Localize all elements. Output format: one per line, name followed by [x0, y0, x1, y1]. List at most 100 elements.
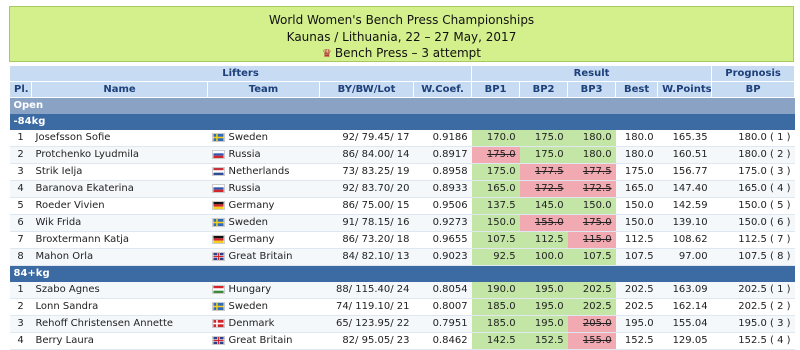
- col-bp: BP: [711, 81, 796, 98]
- attempt-1-cell: 142.5: [471, 332, 520, 350]
- best-cell: 175.0: [615, 163, 658, 181]
- lifter-row: 7 Broxtermann Katja Germany 86/ 73.20/ 18 0.…: [9, 231, 795, 249]
- team-name: Germany: [228, 200, 275, 211]
- lifter-row: 1 Szabo Agnes Hungary 88/ 115.40/ 24 0.8054 1…: [9, 282, 795, 299]
- prognosis-cell: 107.5 ( 8 ): [711, 248, 795, 266]
- attempt-2-cell: 177.5: [519, 163, 568, 181]
- lifter-name-link[interactable]: Strik Ielja: [31, 163, 208, 181]
- attempt-3-cell: 172.5: [567, 180, 616, 198]
- lifter-row: 4 Berry Laura Great Britain 82/ 95.05/ 23 0.…: [9, 332, 795, 350]
- col-best: Best: [615, 81, 659, 98]
- championship-header: World Women's Bench Press Championships …: [9, 6, 794, 62]
- de-flag-icon: [211, 200, 225, 210]
- gb-flag-icon: [211, 335, 225, 345]
- results-table: Lifters Result Prognosis Pl. Name Team B…: [8, 65, 796, 350]
- col-wcoef: W.Coef.: [412, 81, 473, 98]
- place-cell: 1: [9, 282, 32, 299]
- lifter-name-link[interactable]: Broxtermann Katja: [31, 231, 208, 249]
- team-name: Denmark: [228, 318, 275, 329]
- lifter-name-link[interactable]: Rehoff Christensen Annette: [31, 315, 208, 333]
- col-team: Team: [207, 81, 320, 98]
- team-cell: Sweden: [207, 214, 320, 232]
- attempt-2-cell: 152.5: [519, 332, 568, 350]
- team-name: Germany: [228, 234, 275, 245]
- best-cell: 195.0: [615, 315, 658, 333]
- prognosis-cell: 180.0 ( 2 ): [711, 146, 795, 164]
- attempt-3-cell: 202.5: [567, 298, 616, 316]
- attempt-2-cell: 100.0: [519, 248, 568, 266]
- wilks-coef-cell: 0.8054: [413, 282, 472, 299]
- wilks-points-cell: 156.77: [657, 163, 712, 181]
- wilks-points-cell: 155.04: [657, 315, 712, 333]
- lifters-group-header: Lifters: [8, 65, 473, 82]
- de-flag-icon: [211, 234, 225, 244]
- attempt-3-cell: 155.0: [567, 332, 616, 350]
- wilks-coef-cell: 0.9655: [413, 231, 472, 249]
- attempt-2-cell: 195.0: [519, 298, 568, 316]
- lifter-name-link[interactable]: Baranova Ekaterina: [31, 180, 208, 198]
- attempt-3-cell: 175.0: [567, 214, 616, 232]
- attempt-1-cell: 185.0: [471, 315, 520, 333]
- wilks-coef-cell: 0.8462: [413, 332, 472, 350]
- wilks-points-cell: 97.00: [657, 248, 712, 266]
- body-weight-lot-cell: 92/ 83.70/ 20: [319, 180, 414, 198]
- wilks-coef-cell: 0.8007: [413, 298, 472, 316]
- place-cell: 4: [9, 332, 32, 350]
- attempt-2-cell: 145.0: [519, 197, 568, 215]
- lifter-row: 2 Protchenko Lyudmila Russia 86/ 84.00/ 14 0…: [9, 146, 795, 164]
- gb-flag-icon: [211, 251, 225, 261]
- lifter-name-link[interactable]: Roeder Vivien: [31, 197, 208, 215]
- championship-location: Kaunas / Lithuania, 22 – 27 May, 2017: [286, 30, 517, 44]
- results-page: World Women's Bench Press Championships …: [0, 0, 800, 350]
- prognosis-cell: 150.0 ( 5 ): [711, 197, 795, 215]
- team-name: Great Britain: [228, 335, 293, 346]
- body-weight-lot-cell: 86/ 84.00/ 14: [319, 146, 414, 164]
- body-weight-lot-cell: 88/ 115.40/ 24: [319, 282, 414, 299]
- team-name: Sweden: [228, 132, 269, 143]
- place-cell: 2: [9, 146, 32, 164]
- team-cell: Russia: [207, 146, 320, 164]
- place-cell: 7: [9, 231, 32, 249]
- body-weight-lot-cell: 86/ 73.20/ 18: [319, 231, 414, 249]
- col-name: Name: [31, 81, 208, 98]
- prognosis-group-header: Prognosis: [711, 65, 796, 82]
- lifter-name-link[interactable]: Josefsson Sofie: [31, 130, 208, 147]
- place-cell: 2: [9, 298, 32, 316]
- body-weight-lot-cell: 86/ 75.00/ 15: [319, 197, 414, 215]
- lifter-name-link[interactable]: Lonn Sandra: [31, 298, 208, 316]
- team-name: Russia: [228, 183, 261, 194]
- best-cell: 165.0: [615, 180, 658, 198]
- weight-class-header: 84+kg: [9, 265, 795, 282]
- result-group-header: Result: [471, 65, 713, 82]
- lifter-row: 3 Strik Ielja Netherlands 73/ 83.25/ 19 0.89…: [9, 163, 795, 181]
- lifter-name-link[interactable]: Szabo Agnes: [31, 282, 208, 299]
- wilks-points-cell: 129.05: [657, 332, 712, 350]
- lifter-name-link[interactable]: Wik Frida: [31, 214, 208, 232]
- place-cell: 8: [9, 248, 32, 266]
- lifter-name-link[interactable]: Mahon Orla: [31, 248, 208, 266]
- col-bp1: BP1: [471, 81, 521, 98]
- attempt-3-cell: 180.0: [567, 130, 616, 147]
- attempt-2-cell: 175.0: [519, 130, 568, 147]
- body-weight-lot-cell: 92/ 79.45/ 17: [319, 130, 414, 147]
- lifter-row: 4 Baranova Ekaterina Russia 92/ 83.70/ 20 0.…: [9, 180, 795, 198]
- col-bp3: BP3: [567, 81, 617, 98]
- team-name: Great Britain: [228, 251, 293, 262]
- event-label: ♛ Bench Press – 3 attempt: [10, 45, 793, 62]
- col-pl: Pl.: [9, 81, 32, 98]
- place-cell: 6: [9, 214, 32, 232]
- championship-title: World Women's Bench Press Championships: [268, 13, 535, 27]
- wilks-points-cell: 165.35: [657, 130, 712, 147]
- weight-class-header: -84kg: [9, 114, 795, 130]
- best-cell: 152.5: [615, 332, 658, 350]
- attempt-3-cell: 177.5: [567, 163, 616, 181]
- lifter-name-link[interactable]: Berry Laura: [31, 332, 208, 350]
- wilks-points-cell: 147.40: [657, 180, 712, 198]
- lifter-row: 6 Wik Frida Sweden 91/ 78.15/ 16 0.9273 150.0…: [9, 214, 795, 232]
- prognosis-cell: 175.0 ( 3 ): [711, 163, 795, 181]
- attempt-3-cell: 205.0: [567, 315, 616, 333]
- prognosis-cell: 202.5 ( 2 ): [711, 298, 795, 316]
- wilks-points-cell: 108.62: [657, 231, 712, 249]
- col-by: BY/BW/Lot: [319, 81, 414, 98]
- lifter-name-link[interactable]: Protchenko Lyudmila: [31, 146, 208, 164]
